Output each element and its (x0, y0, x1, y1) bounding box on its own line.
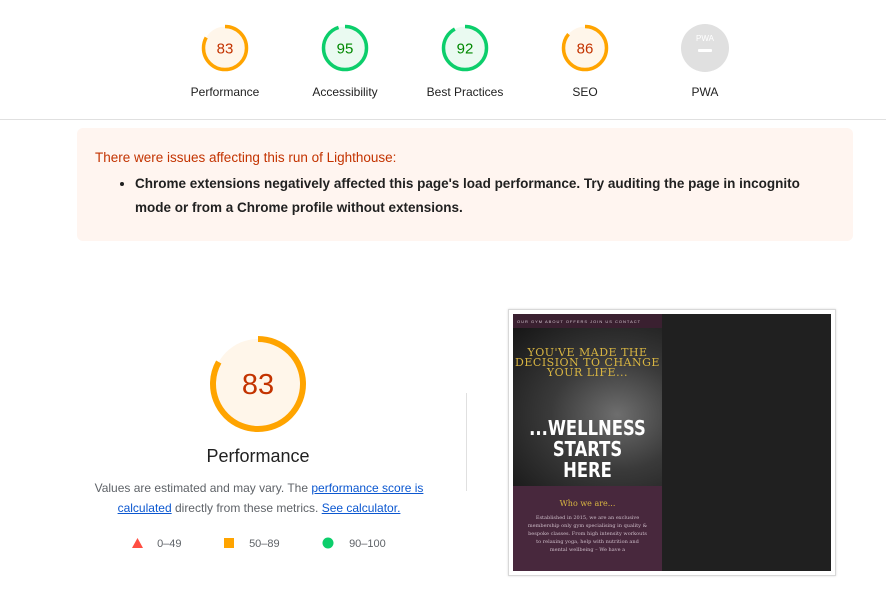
warning-list: Chrome extensions negatively affected th… (117, 172, 815, 220)
performance-description: Values are estimated and may vary. The p… (80, 478, 438, 518)
legend-average: 50–89 (223, 537, 280, 550)
performance-score-gauge: 83 (210, 336, 306, 432)
score-gauge: 92 (441, 24, 489, 72)
final-screenshot[interactable]: OUR GYM ABOUT OFFERS JOIN US CONTACT YOU… (508, 309, 836, 576)
gauge-label: Accessibility (312, 85, 378, 99)
category-gauges: 83 Performance 95 Accessibility 92 Best … (0, 0, 886, 120)
who-text: Established in 2015, we are an exclusive… (527, 515, 648, 553)
pwa-dash (698, 49, 712, 52)
circle-icon (322, 537, 334, 549)
pwa-badge-icon: PWA (681, 24, 729, 72)
score-value: 92 (457, 41, 474, 58)
screenshot-image: OUR GYM ABOUT OFFERS JOIN US CONTACT YOU… (513, 314, 831, 571)
gauge-label: PWA (691, 85, 719, 99)
legend-label: 50–89 (249, 538, 280, 550)
site-preview: OUR GYM ABOUT OFFERS JOIN US CONTACT YOU… (513, 314, 662, 571)
gauge-performance[interactable]: 83 Performance (170, 24, 280, 99)
score-value: 83 (217, 41, 234, 58)
gauge-pwa[interactable]: PWA PWA (650, 24, 760, 99)
warning-box: There were issues affecting this run of … (77, 128, 853, 241)
performance-score-value: 83 (242, 369, 274, 401)
gauge-seo[interactable]: 86 SEO (530, 24, 640, 99)
score-gauge: 83 (201, 24, 249, 72)
description-text: directly from these metrics. (171, 501, 322, 515)
section-divider (466, 393, 467, 491)
square-icon (224, 538, 234, 548)
warning-title: There were issues affecting this run of … (95, 150, 397, 165)
hero-headline: YOU'VE MADE THE DECISION TO CHANGE YOUR … (515, 346, 660, 379)
score-value: 95 (337, 41, 354, 58)
legend-label: 0–49 (157, 538, 182, 550)
score-gauge: 86 (561, 24, 609, 72)
score-value: 86 (577, 41, 594, 58)
legend-pass: 90–100 (322, 537, 386, 550)
warning-item: Chrome extensions negatively affected th… (135, 172, 815, 220)
legend-fail: 0–49 (131, 537, 182, 550)
site-nav: OUR GYM ABOUT OFFERS JOIN US CONTACT (513, 314, 662, 328)
hero-tagline: ...WELLNESS STARTS HERE (529, 416, 646, 482)
gauge-accessibility[interactable]: 95 Accessibility (290, 24, 400, 99)
gauge-label: Best Practices (426, 85, 504, 99)
score-gauge: 95 (321, 24, 369, 72)
legend-label: 90–100 (349, 538, 386, 550)
who-heading: Who we are... (559, 499, 616, 508)
gauge-label: Performance (190, 85, 260, 99)
pwa-badge-text: PWA (696, 34, 715, 43)
site-hero: YOU'VE MADE THE DECISION TO CHANGE YOUR … (513, 328, 662, 486)
triangle-icon (132, 538, 143, 548)
description-text: Values are estimated and may vary. The (94, 481, 312, 495)
see-calculator-link[interactable]: See calculator. (322, 501, 401, 515)
gauge-label: SEO (572, 85, 598, 99)
performance-title: Performance (206, 446, 310, 466)
gauge-best-practices[interactable]: 92 Best Practices (410, 24, 520, 99)
